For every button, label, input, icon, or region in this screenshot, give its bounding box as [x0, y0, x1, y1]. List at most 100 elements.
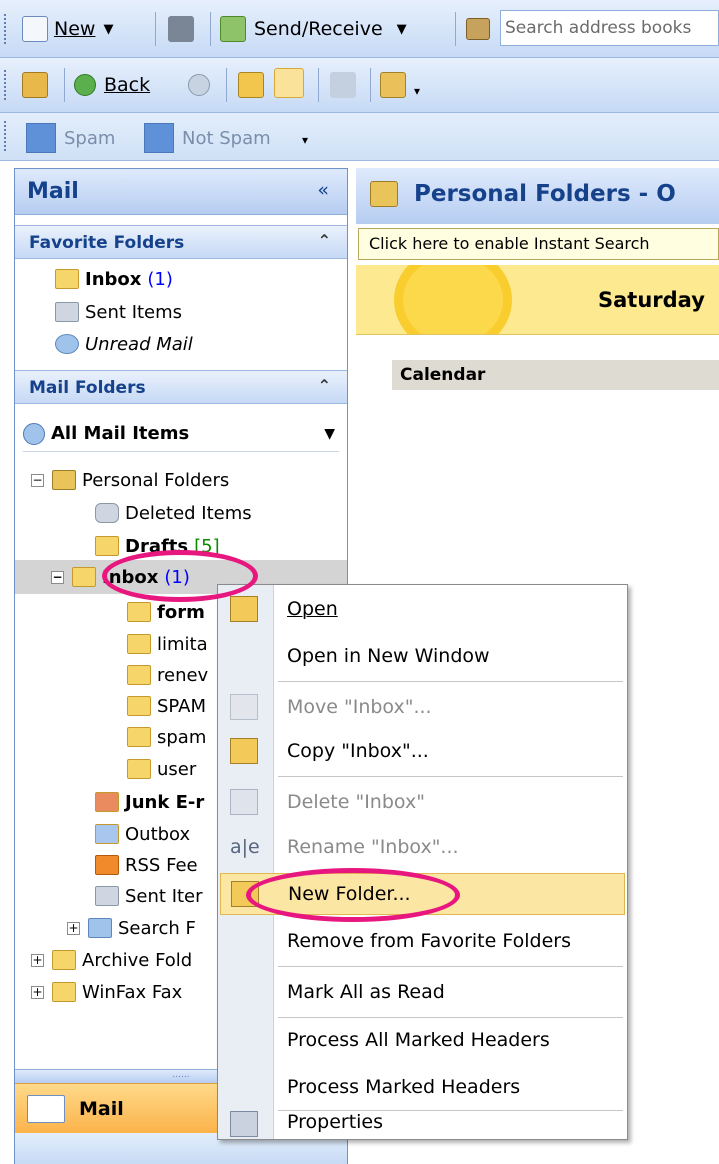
folder-icon [127, 759, 151, 779]
menu-item-process-all-marked-headers[interactable]: Process All Marked Headers [220, 1019, 625, 1061]
menu-item-open-in-new-window[interactable]: Open in New Window [220, 635, 625, 677]
date-band: Saturday [356, 265, 719, 335]
menu-item-label: Copy "Inbox"... [287, 740, 429, 762]
tree-search-folders-label: Search F [118, 917, 196, 939]
address-book-button[interactable] [466, 10, 490, 48]
move-icon [230, 694, 258, 720]
junk-icon [95, 792, 119, 812]
tree-subfolder[interactable]: limita [127, 629, 208, 659]
tree-junk-email[interactable]: Junk E-r [95, 787, 204, 817]
spam-label: Spam [64, 127, 116, 149]
favorite-inbox-label: Inbox [85, 268, 142, 290]
outlook-today-icon [22, 72, 48, 98]
toolbar-separator [455, 12, 456, 46]
search-folder-icon [55, 334, 79, 354]
tree-winfax[interactable]: + WinFax Fax [31, 977, 182, 1007]
tree-deleted-items-label: Deleted Items [125, 502, 252, 524]
menu-item-label: Open [287, 598, 338, 620]
main-header: Personal Folders - O [356, 168, 719, 224]
context-menu: Open Open in New Window Move "Inbox"... … [217, 584, 628, 1140]
rename-icon: a|e [230, 836, 260, 858]
all-mail-items-label: All Mail Items [51, 423, 190, 444]
outlook-today-icon [370, 181, 398, 207]
tree-personal-folders-label: Personal Folders [82, 469, 230, 491]
outlook-today-button[interactable] [22, 66, 48, 104]
chevron-down-icon[interactable]: ▼ [397, 22, 407, 37]
favorite-sent-items[interactable]: Sent Items [55, 297, 182, 327]
tree-subfolder[interactable]: spam [127, 722, 206, 752]
collapse-icon[interactable]: − [51, 570, 64, 584]
folder-icon [127, 634, 151, 654]
menu-item-remove-from-favorites[interactable]: Remove from Favorite Folders [220, 920, 625, 962]
toolbar-grip[interactable] [4, 70, 8, 100]
outlook-today-icon [52, 470, 76, 490]
up-one-level-button[interactable] [238, 66, 264, 104]
search-address-books-input[interactable]: Search address books [500, 10, 719, 46]
toolbar-separator [370, 68, 371, 102]
toolbar-grip[interactable] [4, 121, 8, 151]
folder-list-icon [274, 68, 304, 98]
chevron-up-icon[interactable]: ⌃ [318, 376, 331, 395]
menu-item-properties[interactable]: Properties [220, 1095, 625, 1139]
favorite-folders-header[interactable]: Favorite Folders ⌃ [15, 225, 347, 259]
new-button[interactable]: New ▼ [22, 10, 113, 48]
collapse-icon[interactable]: − [31, 473, 44, 487]
chevron-down-icon[interactable]: ▼ [103, 22, 113, 37]
mail-nav-label: Mail [79, 1097, 124, 1120]
rules-button[interactable] [380, 66, 406, 104]
tree-sent-items[interactable]: Sent Iter [95, 881, 203, 911]
tree-subfolder[interactable]: SPAM [127, 691, 206, 721]
print-button[interactable] [168, 10, 194, 48]
tree-deleted-items[interactable]: Deleted Items [95, 498, 252, 528]
toolbar-separator [210, 12, 211, 46]
folder-icon [127, 727, 151, 747]
mail-folders-header[interactable]: Mail Folders ⌃ [15, 370, 347, 404]
tree-archive-label: Archive Fold [82, 949, 193, 971]
expand-icon[interactable]: + [31, 953, 44, 967]
tree-search-folders[interactable]: + Search F [67, 913, 196, 943]
menu-separator [278, 1017, 623, 1018]
forward-button[interactable] [188, 66, 210, 104]
new-mail-icon [22, 16, 48, 42]
expand-icon[interactable]: + [67, 921, 80, 935]
enable-instant-search-bar[interactable]: Click here to enable Instant Search [358, 228, 719, 260]
up-folder-icon [238, 72, 264, 98]
not-spam-button[interactable]: Not Spam [144, 121, 271, 155]
tree-outbox[interactable]: Outbox [95, 819, 190, 849]
chevron-up-icon[interactable]: ⌃ [318, 231, 331, 250]
tree-rss-feeds[interactable]: RSS Fee [95, 850, 198, 880]
menu-item-open[interactable]: Open [220, 588, 625, 630]
menu-item-delete: Delete "Inbox" [220, 781, 625, 823]
menu-item-copy[interactable]: Copy "Inbox"... [220, 730, 625, 772]
toolbar-separator [318, 68, 319, 102]
toolbar-separator [155, 12, 156, 46]
tree-personal-folders[interactable]: − Personal Folders [31, 465, 229, 495]
expand-icon[interactable]: + [31, 985, 44, 999]
calendar-header: Calendar [392, 360, 719, 390]
archive-icon [52, 950, 76, 970]
all-mail-items-dropdown[interactable]: All Mail Items ▼ [23, 416, 339, 452]
menu-item-mark-all-as-read[interactable]: Mark All as Read [220, 971, 625, 1013]
tree-subfolder[interactable]: user [127, 754, 196, 784]
toolbar-grip[interactable] [4, 14, 8, 44]
unread-count: (1) [147, 268, 173, 290]
tree-subfolder-label: renev [157, 664, 209, 686]
spam-button[interactable]: Spam [26, 121, 115, 155]
toolbar-options-chevron[interactable]: ▾ [302, 133, 308, 147]
favorite-inbox[interactable]: Inbox (1) [55, 264, 173, 294]
undo-button[interactable] [330, 66, 356, 104]
back-button[interactable]: Back [74, 66, 150, 104]
winfax-icon [52, 982, 76, 1002]
tree-archive-folders[interactable]: + Archive Fold [31, 945, 192, 975]
chevron-down-icon[interactable]: ▼ [324, 426, 335, 442]
collapse-pane-icon[interactable]: « [317, 179, 329, 201]
send-receive-button[interactable]: Send/Receive ▼ [220, 10, 407, 48]
menu-item-move: Move "Inbox"... [220, 686, 625, 728]
toolbar-options-chevron[interactable]: ▾ [414, 72, 420, 110]
sent-items-icon [55, 302, 79, 322]
folder-list-button[interactable] [274, 64, 304, 102]
tree-subfolder[interactable]: renev [127, 660, 208, 690]
menu-item-label: Remove from Favorite Folders [287, 930, 571, 952]
open-folder-icon [230, 596, 258, 622]
favorite-unread-mail[interactable]: Unread Mail [55, 329, 193, 359]
